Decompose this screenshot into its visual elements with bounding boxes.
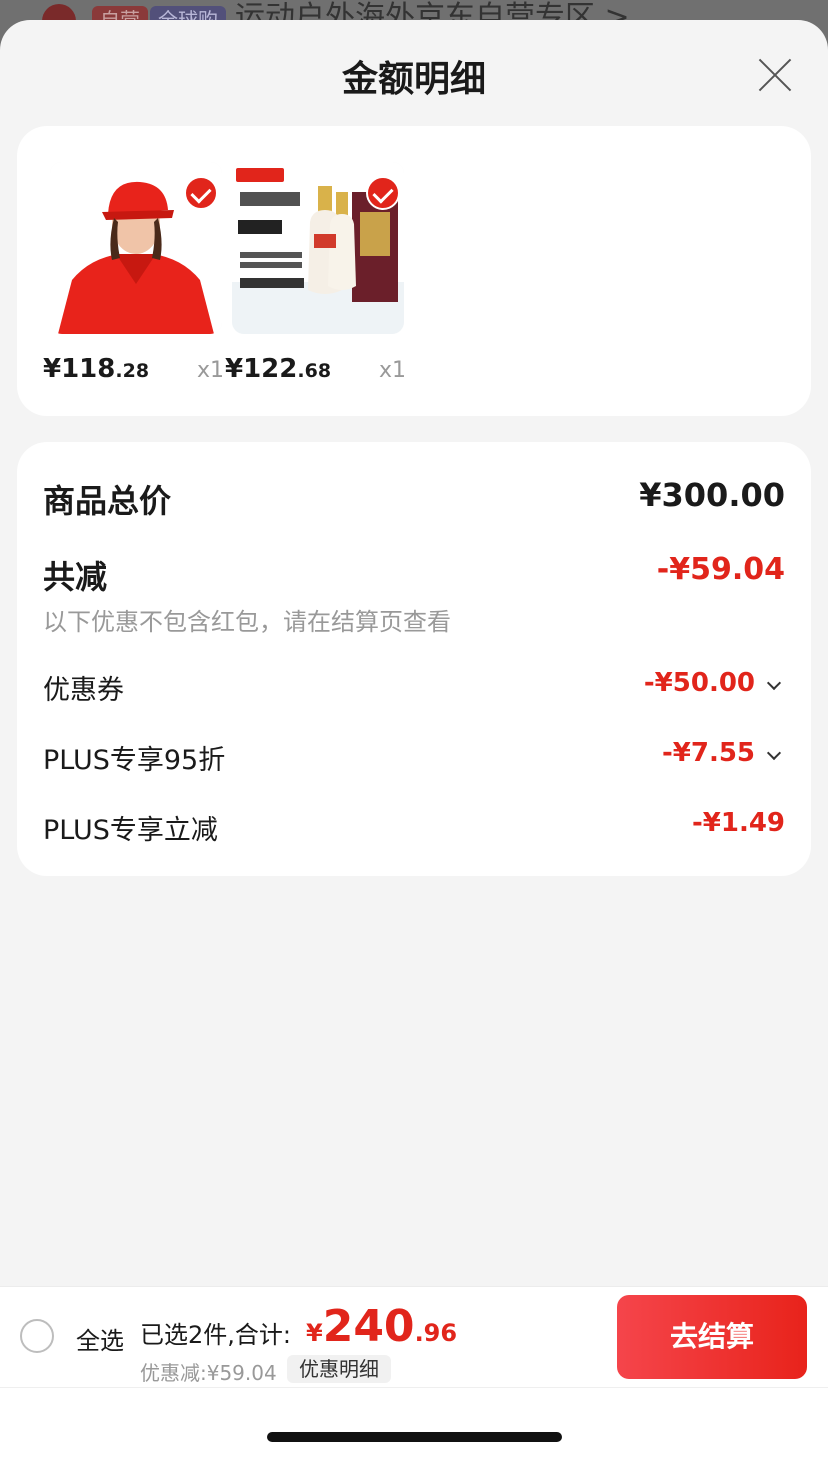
product-price: ¥118.28	[43, 354, 150, 384]
home-indicator	[267, 1432, 562, 1442]
product-quantity: x1	[196, 358, 224, 383]
coupon-label: 优惠券	[43, 675, 124, 706]
total-amount: ¥240.96	[306, 1301, 458, 1352]
total-reduction-label: 共减	[43, 558, 108, 596]
total-reduction-row: 共减 -¥59.04	[43, 552, 785, 596]
discount-note: 以下优惠不包含红包，请在结算页查看	[43, 608, 451, 636]
chevron-down-icon[interactable]	[766, 675, 782, 691]
divider	[0, 1387, 828, 1388]
product-item[interactable]: ¥122.68 x1	[225, 162, 406, 392]
select-all-label[interactable]: 全选	[76, 1321, 124, 1356]
goods-total-row: 商品总价 ¥300.00	[43, 476, 785, 520]
goods-total-value: ¥300.00	[639, 476, 785, 514]
select-all-radio[interactable]	[20, 1319, 54, 1353]
coupon-row[interactable]: 优惠券 -¥50.00	[43, 668, 785, 706]
check-icon[interactable]	[184, 176, 218, 210]
plus-95-label: PLUS专享95折	[43, 745, 226, 776]
plus-95-value: -¥7.55	[661, 738, 755, 768]
total-reduction-value: -¥59.04	[656, 552, 785, 587]
checkout-button[interactable]: 去结算	[617, 1295, 807, 1379]
goods-total-label: 商品总价	[43, 482, 172, 520]
sheet-title: 金额明细	[341, 59, 486, 100]
amount-detail-sheet: 金额明细 ¥118.28 x1 ¥122.68 x1 商品总价 ¥300.00 …	[0, 20, 828, 1458]
product-price: ¥122.68	[225, 354, 332, 384]
discount-amount: 优惠减:¥59.04	[140, 1361, 277, 1385]
plus-reduction-label: PLUS专享立减	[43, 815, 218, 846]
plus-reduction-value: -¥1.49	[691, 808, 785, 838]
plus-95-row[interactable]: PLUS专享95折 -¥7.55	[43, 738, 785, 776]
product-quantity: x1	[378, 358, 406, 383]
close-icon[interactable]	[756, 56, 794, 94]
plus-reduction-row: PLUS专享立减 -¥1.49	[43, 808, 785, 846]
check-icon[interactable]	[366, 176, 400, 210]
selected-count-text: 已选2件,合计:	[140, 1321, 291, 1349]
chevron-down-icon[interactable]	[766, 745, 782, 761]
product-item[interactable]: ¥118.28 x1	[43, 162, 224, 392]
price-summary-card: 商品总价 ¥300.00 共减 -¥59.04 以下优惠不包含红包，请在结算页查…	[17, 442, 811, 876]
checkout-bar: 全选 已选2件,合计: ¥240.96 优惠减:¥59.04 优惠明细 去结算	[0, 1286, 828, 1458]
discount-detail-button[interactable]: 优惠明细	[287, 1355, 391, 1383]
products-card: ¥118.28 x1 ¥122.68 x1	[17, 126, 811, 416]
coupon-value: -¥50.00	[643, 668, 755, 698]
